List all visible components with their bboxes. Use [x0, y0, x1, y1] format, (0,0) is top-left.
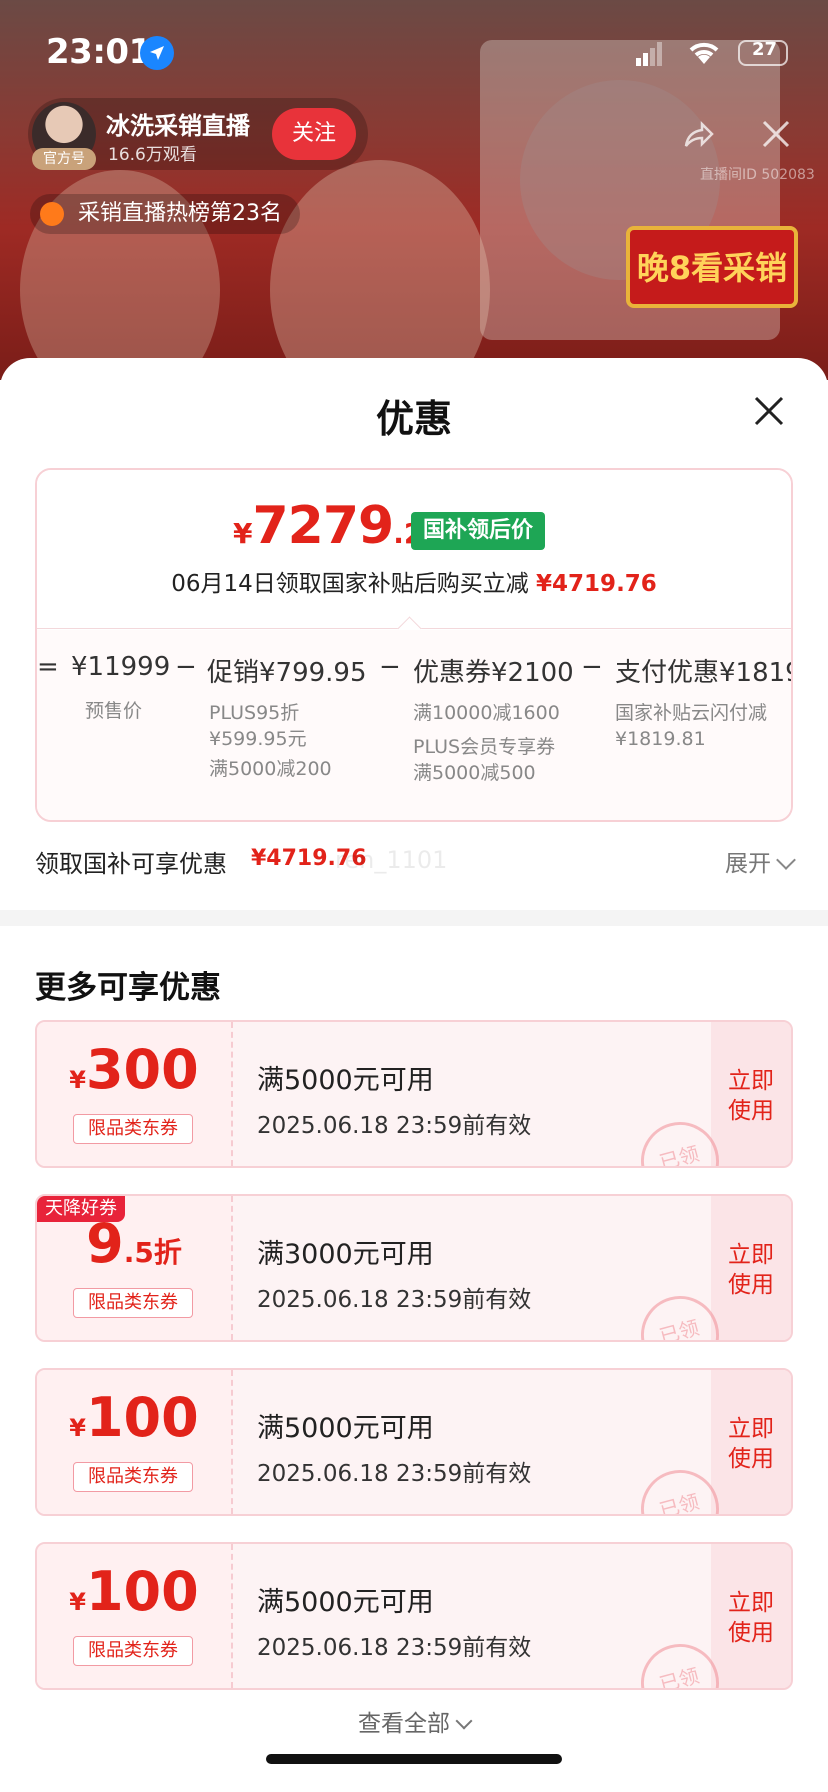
price-calculation: = ¥11999 预售价 − 促销¥799.95 PLUS95折 ¥599.95…	[37, 630, 791, 820]
coupon-condition: 满3000元可用	[257, 1239, 434, 1270]
coupon-validity: 2025.06.18 23:59前有效	[257, 1635, 532, 1661]
coupon-value: 优惠券¥2100	[413, 658, 574, 688]
coupon-card: 9.5折 天降好券 限品类东券 满3000元可用 2025.06.18 23:5…	[35, 1194, 793, 1342]
coupon-card: ¥100 限品类东券 满5000元可用 2025.06.18 23:59前有效 …	[35, 1542, 793, 1690]
price-currency: ¥	[233, 517, 253, 550]
coupon-currency: ¥	[69, 1066, 86, 1094]
price-integer: 7279	[252, 496, 394, 556]
subsidy-badge: 国补领后价	[411, 512, 546, 550]
coupon-amount-suffix: .5折	[123, 1236, 182, 1269]
expand-label: 展开	[725, 851, 771, 877]
promo-note: ¥599.95元	[209, 728, 307, 750]
claim-row: 领取国补可享优惠 ¥4719.76 ren_1101 展开	[35, 840, 796, 880]
room-id: 直播间ID 502083	[700, 167, 815, 183]
signal-icon	[636, 42, 664, 66]
battery-level: 27	[752, 39, 778, 60]
watermark: ren_1101	[335, 846, 448, 874]
ranking-text: 采销直播热榜第23名	[78, 201, 282, 226]
status-time: 23:01	[46, 32, 152, 72]
promo-value: 促销¥799.95	[207, 658, 367, 688]
payment-note: ¥1819.81	[615, 728, 706, 750]
hot-icon	[40, 202, 64, 226]
equals-sign: =	[37, 652, 59, 682]
coupon-currency: ¥	[69, 1414, 86, 1442]
location-icon	[140, 36, 174, 70]
live-stream-background: 23:01 27 官方号 冰洗采销直播 16.6万观看 关注 直播间ID 502…	[0, 0, 828, 380]
coupon-condition: 满5000元可用	[257, 1413, 434, 1444]
coupon-note: 满10000减1600	[413, 702, 560, 724]
sheet-title: 优惠	[375, 397, 452, 441]
wifi-icon	[686, 38, 722, 66]
close-icon[interactable]	[760, 118, 792, 150]
coupon-amount: ¥100	[37, 1386, 231, 1449]
coupon-currency: ¥	[69, 1588, 86, 1616]
home-indicator[interactable]	[266, 1754, 562, 1764]
coupon-validity: 2025.06.18 23:59前有效	[257, 1113, 532, 1139]
coupon-type: 限品类东券	[73, 1288, 193, 1318]
price-breakdown-card: ¥7279.24 国补领后价 06月14日领取国家补贴后购买立减 ¥4719.7…	[35, 468, 793, 822]
host-figure-center	[270, 160, 490, 380]
share-icon[interactable]	[680, 118, 716, 154]
coupon-separator	[231, 1544, 233, 1688]
official-badge: 官方号	[32, 148, 96, 170]
presale-value: ¥11999	[71, 652, 171, 682]
coupon-type: 限品类东券	[73, 1462, 193, 1492]
chevron-down-icon	[455, 1712, 473, 1730]
chevron-down-icon	[776, 850, 796, 870]
saving-line: 06月14日领取国家补贴后购买立减 ¥4719.76	[37, 564, 791, 598]
promo-sign: 晚8看采销	[626, 226, 798, 308]
promo-note: PLUS95折	[209, 702, 300, 724]
section-title: 更多可享优惠	[35, 970, 221, 1006]
use-now-button[interactable]: 立即 使用	[711, 1414, 791, 1474]
coupon-amount-value: 100	[85, 1560, 199, 1623]
coupon-condition: 满5000元可用	[257, 1065, 434, 1096]
status-bar: 23:01 27	[0, 0, 828, 100]
coupon-card: ¥300 限品类东券 满5000元可用 2025.06.18 23:59前有效 …	[35, 1020, 793, 1168]
payment-note: 国家补贴云闪付减	[615, 702, 768, 724]
coupon-type: 限品类东券	[73, 1114, 193, 1144]
minus-sign: −	[581, 652, 603, 682]
coupon-separator	[231, 1370, 233, 1514]
promo-note: 满5000减200	[209, 758, 332, 780]
coupon-amount: ¥100	[37, 1560, 231, 1623]
ranking-pill[interactable]: 采销直播热榜第23名	[30, 194, 300, 234]
use-now-button[interactable]: 立即 使用	[711, 1066, 791, 1126]
coupon-badge: 天降好券	[37, 1196, 125, 1222]
minus-sign: −	[379, 652, 401, 682]
minus-sign: −	[175, 652, 197, 682]
claim-label: 领取国补可享优惠	[35, 850, 227, 878]
coupon-card: ¥100 限品类东券 满5000元可用 2025.06.18 23:59前有效 …	[35, 1368, 793, 1516]
coupon-note: 满5000减500	[413, 762, 536, 784]
use-now-button[interactable]: 立即 使用	[711, 1588, 791, 1648]
coupon-separator	[231, 1196, 233, 1340]
viewer-count: 16.6万观看	[108, 145, 197, 165]
coupon-condition: 满5000元可用	[257, 1587, 434, 1618]
coupon-amount-value: 300	[85, 1038, 199, 1101]
view-all-label: 查看全部	[358, 1711, 450, 1737]
presale-label: 预售价	[85, 700, 143, 722]
coupon-validity: 2025.06.18 23:59前有效	[257, 1287, 532, 1313]
coupon-type: 限品类东券	[73, 1636, 193, 1666]
coupon-validity: 2025.06.18 23:59前有效	[257, 1461, 532, 1487]
coupon-note: PLUS会员专享券	[413, 736, 556, 758]
section-divider	[0, 910, 828, 926]
use-now-button[interactable]: 立即 使用	[711, 1240, 791, 1300]
coupon-separator	[231, 1022, 233, 1166]
coupon-amount-value: 100	[85, 1386, 199, 1449]
close-icon[interactable]	[752, 394, 786, 428]
view-all-button[interactable]: 查看全部	[0, 1704, 828, 1738]
discount-sheet: 优惠 ¥7279.24 国补领后价 06月14日领取国家补贴后购买立减 ¥471…	[0, 358, 828, 1792]
saving-text: 06月14日领取国家补贴后购买立减	[171, 571, 529, 597]
price-summary: ¥7279.24 国补领后价 06月14日领取国家补贴后购买立减 ¥4719.7…	[37, 470, 791, 630]
expand-button[interactable]: 展开	[725, 844, 796, 878]
follow-button[interactable]: 关注	[272, 108, 356, 160]
saving-amount: ¥4719.76	[536, 571, 657, 597]
payment-value: 支付优惠¥1819	[615, 658, 793, 688]
coupon-amount: ¥300	[37, 1038, 231, 1101]
streamer-name: 冰洗采销直播	[106, 112, 250, 140]
